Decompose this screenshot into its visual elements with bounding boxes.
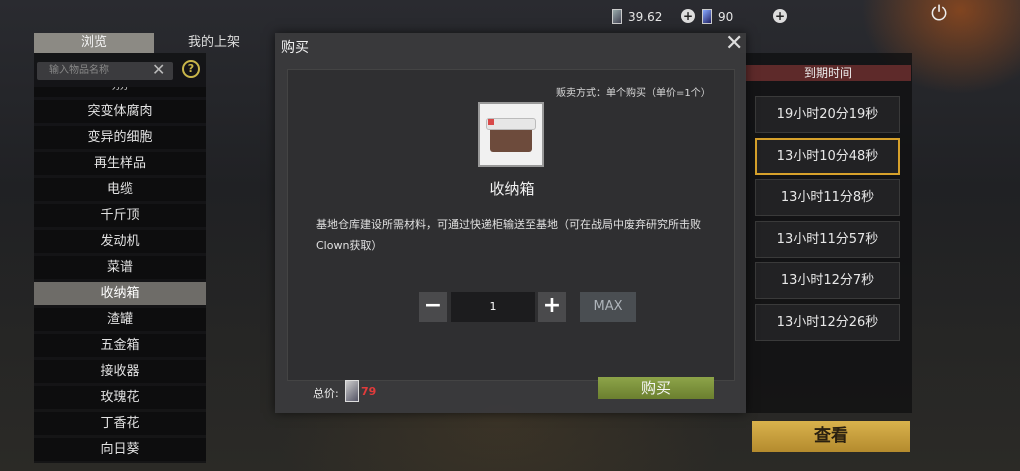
item-detail-panel: 贩卖方式：单个购买（单价=1个） 收纳箱 基地仓库建设所需材料，可通过快递柜输送… xyxy=(287,69,735,381)
currency-bar: 39.62 + 90 + ⏻ xyxy=(0,0,1020,32)
category-panel: 输入物品名称 ✕ ? 刀刀突变体腐肉变异的细胞再生样品电缆千斤顶发动机菜谱收纳箱… xyxy=(34,53,206,463)
gold-chip-icon xyxy=(702,9,712,24)
item-name: 收纳箱 xyxy=(489,180,535,198)
gold-amount: 90 xyxy=(718,9,734,24)
category-item[interactable]: 丁香花 xyxy=(34,412,206,435)
category-item[interactable]: 玫瑰花 xyxy=(34,386,206,409)
view-button[interactable]: 查看 xyxy=(752,421,910,452)
tab-my-listings[interactable]: 我的上架 xyxy=(154,33,274,53)
listing-timer[interactable]: 13小时11分57秒 xyxy=(755,220,900,258)
add-gold-icon[interactable]: + xyxy=(773,9,787,23)
category-item[interactable]: 刀刀 xyxy=(34,87,206,97)
silver-currency: 39.62 xyxy=(612,9,662,24)
dialog-title: 购买 xyxy=(281,40,309,56)
gold-currency: 90 xyxy=(702,9,733,24)
listing-timer[interactable]: 13小时10分48秒 xyxy=(755,137,900,175)
total-price-label: 总价: xyxy=(313,387,339,400)
category-item[interactable]: 菜谱 xyxy=(34,256,206,279)
quantity-max-button[interactable]: MAX xyxy=(580,292,636,322)
close-icon[interactable]: ✕ xyxy=(725,33,743,55)
sale-method-text: 贩卖方式：单个购买（单价=1个） xyxy=(556,88,711,99)
add-silver-icon[interactable]: + xyxy=(681,9,695,23)
listing-timer[interactable]: 19小时20分19秒 xyxy=(755,96,900,133)
category-item[interactable]: 发动机 xyxy=(34,230,206,253)
silver-chip-icon xyxy=(612,9,622,24)
help-icon[interactable]: ? xyxy=(182,60,200,78)
quantity-decrease-button[interactable]: − xyxy=(419,292,447,322)
category-item[interactable]: 收纳箱 xyxy=(34,282,206,305)
quantity-input[interactable]: 1 xyxy=(451,292,535,322)
expire-time-header: 到期时间 xyxy=(745,65,911,81)
listing-timer[interactable]: 13小时12分7秒 xyxy=(755,262,900,299)
tab-browse[interactable]: 浏览 xyxy=(34,33,154,53)
total-price-value: 79 xyxy=(361,385,377,398)
item-image xyxy=(478,102,544,167)
power-icon[interactable]: ⏻ xyxy=(928,2,950,24)
purchase-dialog: 购买 ✕ 贩卖方式：单个购买（单价=1个） 收纳箱 基地仓库建设所需材料，可通过… xyxy=(275,33,746,413)
category-item[interactable]: 电缆 xyxy=(34,178,206,201)
buy-button[interactable]: 购买 xyxy=(598,377,714,399)
category-item[interactable]: 五金箱 xyxy=(34,334,206,357)
listing-timer[interactable]: 13小时11分8秒 xyxy=(755,179,900,216)
total-price-chip-icon xyxy=(345,380,359,402)
quantity-increase-button[interactable]: + xyxy=(538,292,566,322)
category-list: 刀刀突变体腐肉变异的细胞再生样品电缆千斤顶发动机菜谱收纳箱渣罐五金箱接收器玫瑰花… xyxy=(34,87,206,463)
category-item[interactable]: 千斤顶 xyxy=(34,204,206,227)
category-item[interactable]: 变异的细胞 xyxy=(34,126,206,149)
category-item[interactable]: 突变体腐肉 xyxy=(34,100,206,123)
item-description: 基地仓库建设所需材料，可通过快递柜输送至基地（可在战局中废弃研究所击败Clown… xyxy=(316,218,701,252)
clear-search-icon[interactable]: ✕ xyxy=(152,61,165,79)
category-item[interactable]: 渣罐 xyxy=(34,308,206,331)
silver-amount: 39.62 xyxy=(628,9,663,24)
listing-timer[interactable]: 13小时12分26秒 xyxy=(755,303,900,341)
category-item[interactable]: 接收器 xyxy=(34,360,206,383)
category-item[interactable]: 向日葵 xyxy=(34,438,206,461)
storage-box-clip xyxy=(488,119,494,125)
category-item[interactable]: 再生样品 xyxy=(34,152,206,175)
market-tabs: 浏览 我的上架 xyxy=(34,33,274,53)
